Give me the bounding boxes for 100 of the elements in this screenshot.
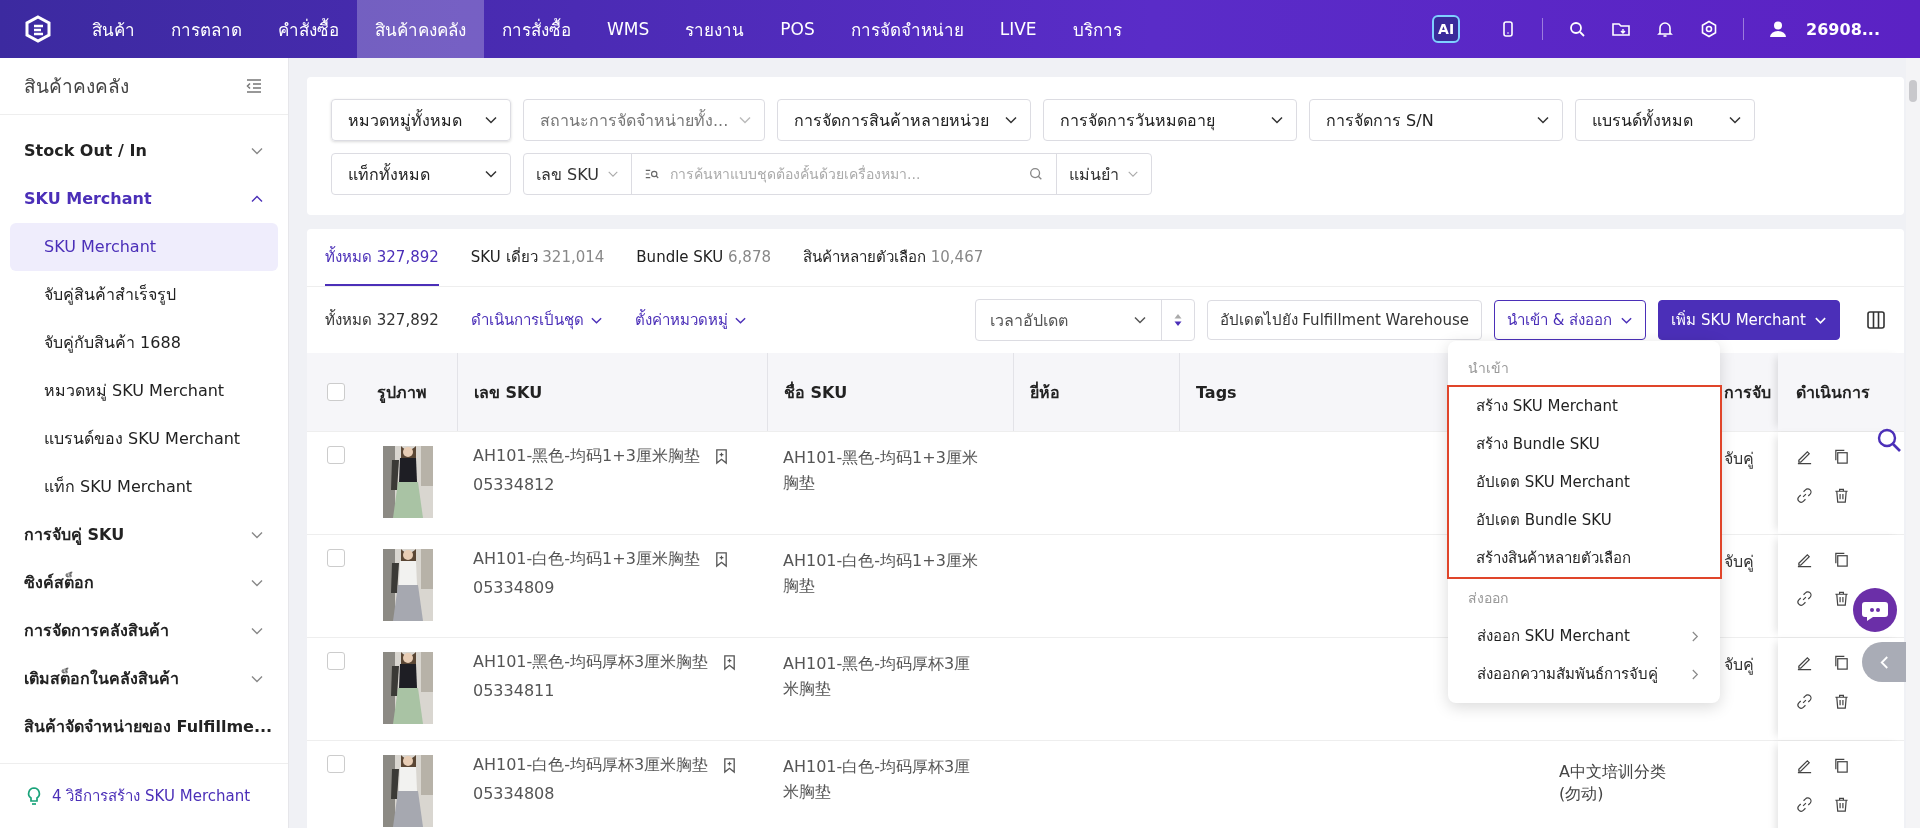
menu-item[interactable]: อัปเดต Bundle SKU (1449, 501, 1720, 539)
bookmark-icon[interactable] (713, 448, 729, 465)
sidebar-group[interactable]: สินค้าจัดจำหน่ายของ Fulfillme... (10, 702, 278, 751)
sidebar-item[interactable]: จับคู่กับสินค้า 1688 (10, 318, 278, 367)
nav-tab[interactable]: สินค้า (74, 0, 153, 58)
sku-text: AH101-白色-均码1+3厘米胸垫 (473, 549, 700, 570)
sidebar-group[interactable]: การจับคู่ SKU (10, 510, 278, 559)
copy-icon[interactable] (1833, 448, 1850, 465)
sku-name: AH101-黑色-均码1+3厘米胸垫 (782, 447, 979, 494)
copy-icon[interactable] (1833, 654, 1850, 671)
sidebar-item[interactable]: จับคู่สินค้าสำเร็จรูป (10, 270, 278, 319)
sku-name: AH101-白色-均码1+3厘米胸垫 (782, 550, 979, 597)
sidebar-group[interactable]: ซิงค์สต็อก (10, 558, 278, 607)
copy-icon[interactable] (1833, 757, 1850, 774)
sidebar-group[interactable]: เติมสต็อกในคลังสินค้า (10, 654, 278, 703)
edit-icon[interactable] (1796, 654, 1813, 671)
sort-arrows-icon (1172, 312, 1183, 328)
menu-item[interactable]: อัปเดต SKU Merchant (1449, 463, 1720, 501)
scrollbar[interactable] (1906, 58, 1920, 828)
delete-icon[interactable] (1833, 796, 1850, 813)
filter-select[interactable]: แบรนด์ทั้งหมด (1575, 99, 1755, 141)
chat-bubble-icon[interactable] (1853, 588, 1897, 632)
menu-item[interactable]: สร้างสินค้าหลายตัวเลือก (1449, 539, 1720, 577)
nav-tab[interactable]: POS (762, 0, 833, 58)
logo-icon[interactable] (24, 15, 52, 43)
sidebar-group[interactable]: SKU Merchant (10, 174, 278, 223)
table-cell-text: จับคู่ (1724, 654, 1754, 677)
sku-name: AH101-白色-均码厚杯3厘米胸垫 (782, 756, 972, 803)
row-checkbox[interactable] (327, 549, 345, 567)
row-checkbox[interactable] (327, 652, 345, 670)
menu-item[interactable]: ส่งออก SKU Merchant (1450, 617, 1718, 655)
import-export-button[interactable]: นำเข้า & ส่งออก (1493, 300, 1647, 340)
lightbulb-icon (26, 785, 42, 806)
link-icon[interactable] (1796, 693, 1813, 710)
user-name[interactable]: 26908... (1806, 19, 1880, 39)
sidebar-item[interactable]: หมวดหมู่ SKU Merchant (10, 366, 278, 415)
tab[interactable]: สินค้าหลายตัวเลือก 10,467 (803, 229, 984, 286)
sku-text: AH101-黑色-均码1+3厘米胸垫 (473, 446, 700, 467)
sidebar-item[interactable]: แบรนด์ของ SKU Merchant (10, 414, 278, 463)
nav-tab[interactable]: การสั่งซื้อ (484, 0, 589, 58)
ai-badge[interactable]: AI (1432, 15, 1461, 43)
tab[interactable]: Bundle SKU 6,878 (636, 229, 771, 286)
nav-tab[interactable]: คำสั่งซื้อ (260, 0, 357, 58)
total-count: ทั้งหมด 327,892 (325, 308, 439, 331)
edit-icon[interactable] (1796, 757, 1813, 774)
link-icon[interactable] (1796, 590, 1813, 607)
tab[interactable]: SKU เดี่ยว 321,014 (470, 229, 605, 286)
columns-icon[interactable] (1866, 310, 1886, 330)
batch-action-dropdown[interactable]: ดำเนินการเป็นชุด (470, 308, 603, 332)
bookmark-icon[interactable] (722, 757, 738, 774)
nav-tab[interactable]: การจัดจำหน่าย (832, 0, 982, 58)
row-checkbox[interactable] (327, 446, 345, 464)
sync-warehouse-button[interactable]: อัปเดตไปยัง Fulfillment Warehouse (1206, 300, 1482, 340)
edit-icon[interactable] (1796, 551, 1813, 568)
sidebar-title: สินค้าคงคลัง (24, 73, 129, 99)
filter-select[interactable]: หมวดหมู่ทั้งหมด (331, 99, 511, 141)
column-header: ดำเนินการ (1778, 353, 1904, 431)
nav-tab[interactable]: การตลาด (153, 0, 260, 58)
row-checkbox[interactable] (327, 755, 345, 773)
delete-icon[interactable] (1833, 487, 1850, 504)
add-sku-button[interactable]: เพิ่ม SKU Merchant (1658, 300, 1840, 340)
bookmark-icon[interactable] (722, 654, 738, 671)
column-header: การจับ (1723, 381, 1772, 404)
sidebar-item[interactable]: SKU Merchant (10, 222, 278, 271)
delete-icon[interactable] (1833, 590, 1850, 607)
sku-code: 05334809 (473, 578, 555, 597)
sku-name: AH101-黑色-均码厚杯3厘米胸垫 (782, 653, 972, 700)
tip-link[interactable]: 4 วิธีการสร้าง SKU Merchant (52, 783, 251, 808)
filter-select[interactable]: การจัดการสินค้าหลายหน่วย (777, 99, 1031, 141)
delete-icon[interactable] (1833, 693, 1850, 710)
chevron-left-icon (1878, 654, 1890, 670)
sidebar-item[interactable]: แท็ก SKU Merchant (10, 462, 278, 511)
sidebar-group[interactable]: Stock Out / In (10, 126, 278, 175)
edit-icon[interactable] (1796, 448, 1813, 465)
user-icon[interactable] (1768, 19, 1789, 39)
filter-select[interactable]: การจัดการ S/N (1309, 99, 1563, 141)
tag-select[interactable]: แท็กทั้งหมด (331, 153, 511, 195)
bell-icon[interactable] (1655, 19, 1676, 39)
sku-text: AH101-黑色-均码厚杯3厘米胸垫 (473, 652, 709, 673)
nav-tab[interactable]: รายงาน (667, 0, 763, 58)
nav-tab[interactable]: WMS (589, 0, 668, 58)
nav-tab[interactable]: LIVE (981, 0, 1055, 58)
bookmark-icon[interactable] (713, 551, 729, 568)
set-category-dropdown[interactable]: ตั้งค่าหมวดหมู่ (634, 308, 747, 332)
link-icon[interactable] (1796, 796, 1813, 813)
menu-section-title: นำเข้า (1467, 359, 1510, 378)
menu-item[interactable]: ส่งออกความสัมพันธ์การจับคู่ (1450, 655, 1718, 693)
tab[interactable]: ทั้งหมด 327,892 (325, 229, 439, 286)
sidebar-group[interactable]: การจัดการคลังสินค้า (10, 606, 278, 655)
select-all-checkbox[interactable] (327, 383, 345, 401)
nav-tab[interactable]: สินค้าคงคลัง (357, 0, 484, 58)
search-by-select[interactable]: เลข SKU (524, 154, 632, 194)
match-mode-select[interactable]: แม่นยำ (1056, 154, 1151, 194)
sku-code: 05334812 (473, 475, 555, 494)
column-header: ยี่ห้อ (1013, 353, 1179, 431)
filter-select[interactable]: การจัดการวันหมดอายุ (1043, 99, 1297, 141)
link-icon[interactable] (1796, 487, 1813, 504)
nav-tab[interactable]: บริการ (1054, 0, 1140, 58)
search-icon[interactable] (1876, 427, 1902, 453)
copy-icon[interactable] (1833, 551, 1850, 568)
